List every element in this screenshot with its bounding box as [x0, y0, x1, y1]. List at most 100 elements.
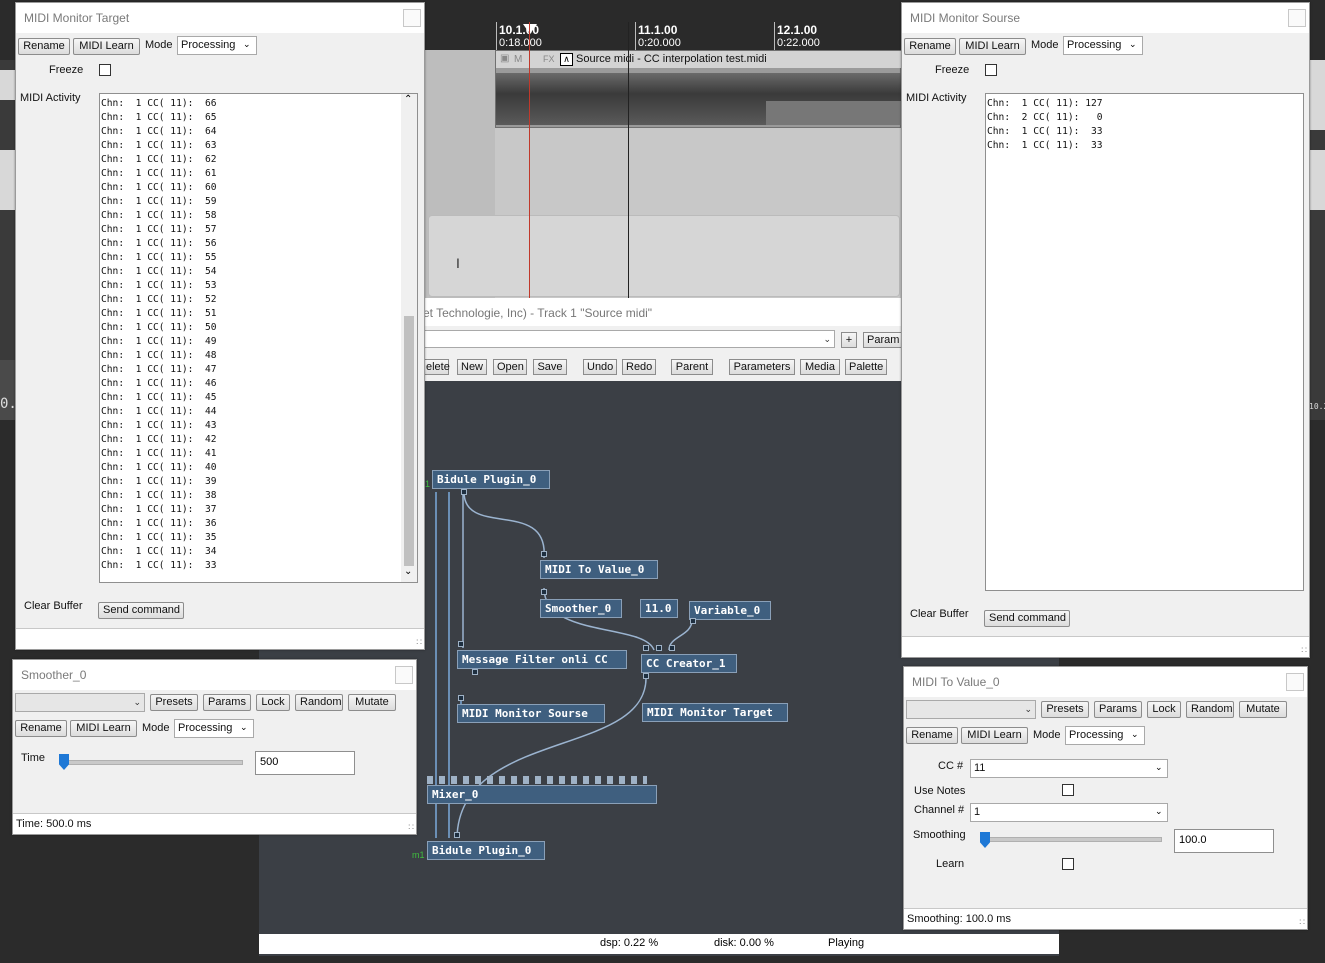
lock-icon: ▣ [500, 53, 510, 64]
node-message-filter[interactable]: Message Filter onli CC [457, 650, 627, 669]
resize-grip-icon[interactable]: ∷ [1299, 917, 1305, 928]
params-button[interactable]: Params [1094, 701, 1142, 718]
track-lane[interactable]: ▣ M FX ∧ Source midi - CC interpolation … [423, 50, 901, 300]
mutate-button[interactable]: Mutate [348, 694, 396, 711]
node-port[interactable] [454, 832, 460, 838]
presets-button[interactable]: Presets [150, 694, 198, 711]
time-field[interactable]: 500 [255, 751, 355, 775]
node-port[interactable] [472, 669, 478, 675]
midi-activity-line: Chn: 1 CC( 11): 35 [101, 532, 217, 543]
node-midi-to-value[interactable]: MIDI To Value_0 [540, 560, 658, 579]
midi-activity-list[interactable]: Chn: 1 CC( 11): 66 Chn: 1 CC( 11): 65 Chn:… [99, 93, 418, 583]
midi-item-title: Source midi - CC interpolation test.midi [576, 53, 767, 65]
chevron-down-icon: ⌄ [1129, 39, 1137, 49]
midi-activity-line: Chn: 1 CC( 11): 61 [101, 168, 217, 179]
arrange-view[interactable]: 10.1.00 0:18.000 11.1.00 0:20.000 12.1.0… [423, 0, 901, 300]
midi-learn-button[interactable]: MIDI Learn [73, 38, 140, 55]
midi-monitor-target-window[interactable]: MIDI Monitor Target Rename MIDI Learn Mo… [15, 2, 425, 650]
chevron-down-icon: ⌄ [243, 39, 251, 49]
node-port[interactable] [458, 641, 464, 647]
right-number: 10.2 [1309, 402, 1325, 411]
rename-button[interactable]: Rename [906, 727, 958, 744]
close-icon[interactable] [395, 666, 413, 684]
node-midi-monitor-sourse[interactable]: MIDI Monitor Sourse [457, 704, 605, 723]
mutate-button[interactable]: Mutate [1239, 701, 1287, 718]
midi-to-value-window[interactable]: MIDI To Value_0 ⌄ Presets Params Lock Ra… [903, 666, 1308, 930]
smoothing-field[interactable]: 100.0 [1174, 829, 1274, 853]
midi-monitor-sourse-window[interactable]: MIDI Monitor Sourse Rename MIDI Learn Mo… [901, 2, 1310, 658]
preset-select[interactable]: ⌄ [906, 700, 1036, 719]
cc-select[interactable]: 11 [970, 759, 1168, 778]
rename-button[interactable]: Rename [904, 38, 956, 55]
node-port[interactable] [461, 489, 467, 495]
node-port[interactable] [656, 645, 662, 651]
send-command-button[interactable]: Send command [98, 602, 184, 619]
freeze-label: Freeze [935, 64, 970, 76]
node-port[interactable] [643, 673, 649, 679]
midi-learn-button[interactable]: MIDI Learn [961, 727, 1028, 744]
use-notes-checkbox[interactable] [1062, 784, 1074, 796]
midi-learn-button[interactable]: MIDI Learn [959, 38, 1026, 55]
freeze-checkbox[interactable] [99, 64, 111, 76]
play-cursor [628, 22, 629, 300]
rename-button[interactable]: Rename [18, 38, 70, 55]
time-slider-track[interactable] [61, 760, 243, 765]
node-mixer[interactable]: Mixer_0 [427, 785, 657, 804]
midi-item[interactable]: ▣ M FX ∧ Source midi - CC interpolation … [495, 50, 901, 128]
node-bidule-plugin-bottom[interactable]: Bidule Plugin_0 [427, 841, 545, 860]
lock-button[interactable]: Lock [1147, 701, 1181, 718]
playhead-marker-icon[interactable] [523, 24, 537, 34]
node-midi-monitor-target[interactable]: MIDI Monitor Target [642, 703, 788, 722]
rename-button[interactable]: Rename [15, 720, 67, 737]
time-slider-thumb[interactable] [59, 754, 69, 770]
node-const-value[interactable]: 11.0 [640, 599, 678, 618]
channel-select[interactable]: 1 [970, 803, 1168, 822]
node-port[interactable] [669, 645, 675, 651]
close-icon[interactable] [1286, 673, 1304, 691]
node-port[interactable] [690, 618, 696, 624]
send-command-button[interactable]: Send command [984, 610, 1070, 627]
midi-activity-line: Chn: 1 CC( 11): 33 [987, 140, 1103, 151]
node-bidule-plugin-top[interactable]: Bidule Plugin_0 [432, 470, 550, 489]
random-button[interactable]: Random [295, 694, 343, 711]
node-port[interactable] [541, 551, 547, 557]
chevron-down-icon: ⌄ [1155, 762, 1163, 772]
midi-learn-button[interactable]: MIDI Learn [70, 720, 137, 737]
scrollbar-thumb[interactable] [404, 316, 414, 566]
ruler[interactable]: 10.1.00 0:18.000 11.1.00 0:20.000 12.1.0… [423, 0, 901, 50]
freeze-checkbox[interactable] [985, 64, 997, 76]
midi-activity-list[interactable]: Chn: 1 CC( 11): 127 Chn: 2 CC( 11): 0 Chn:… [985, 93, 1304, 591]
close-icon[interactable] [403, 9, 421, 27]
mode-label: Mode [1033, 729, 1061, 741]
smoother-window[interactable]: Smoother_0 ⌄ Presets Params Lock Random … [12, 659, 417, 835]
node-cc-creator[interactable]: CC Creator_1 [641, 654, 737, 673]
scroll-up-icon[interactable]: ⌃ [404, 94, 412, 105]
window-title: Smoother_0 [13, 660, 416, 690]
midi-activity-line: Chn: 1 CC( 11): 56 [101, 238, 217, 249]
random-button[interactable]: Random [1186, 701, 1234, 718]
scroll-down-icon[interactable]: ⌄ [404, 566, 412, 577]
mixer-input-ports[interactable] [427, 776, 647, 784]
node-port[interactable] [541, 589, 547, 595]
resize-grip-icon[interactable]: ∷ [1301, 645, 1307, 656]
node-port[interactable] [643, 645, 649, 651]
midi-activity-line: Chn: 1 CC( 11): 59 [101, 196, 217, 207]
midi-activity-line: Chn: 1 CC( 11): 41 [101, 448, 217, 459]
smoothing-slider-track[interactable] [982, 837, 1162, 842]
resize-grip-icon[interactable]: ∷ [408, 822, 414, 833]
node-variable[interactable]: Variable_0 [689, 601, 771, 620]
smoothing-slider-thumb[interactable] [980, 832, 990, 848]
preset-select[interactable]: ⌄ [15, 693, 145, 712]
midi-activity-line: Chn: 1 CC( 11): 49 [101, 336, 217, 347]
node-smoother[interactable]: Smoother_0 [540, 599, 622, 618]
ruler-bar-2: 11.1.00 [638, 23, 678, 37]
midi-activity-line: Chn: 1 CC( 11): 52 [101, 294, 217, 305]
scrollbar[interactable]: ⌃ ⌄ [401, 94, 417, 582]
params-button[interactable]: Params [203, 694, 251, 711]
close-icon[interactable] [1288, 9, 1306, 27]
learn-checkbox[interactable] [1062, 858, 1074, 870]
lock-button[interactable]: Lock [256, 694, 290, 711]
presets-button[interactable]: Presets [1041, 701, 1089, 718]
node-port[interactable] [458, 695, 464, 701]
resize-grip-icon[interactable]: ∷ [416, 637, 422, 648]
